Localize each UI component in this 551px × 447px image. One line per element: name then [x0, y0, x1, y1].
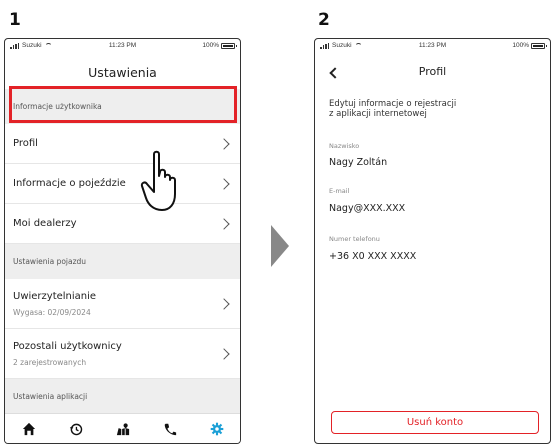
settings-list: Informacje użytkownika Profil Informacje…	[5, 89, 240, 414]
row-authentication[interactable]: Uwierzytelnianie Wygasa: 02/09/2024	[5, 279, 240, 329]
tab-settings[interactable]	[206, 418, 228, 440]
row-authentication-label: Uwierzytelnianie	[13, 290, 97, 302]
surname-label: Nazwisko	[329, 142, 360, 150]
phone-number-label: Numer telefonu	[329, 235, 380, 243]
email-label: E-mail	[329, 187, 350, 195]
next-step-arrow	[271, 225, 289, 267]
row-dealers[interactable]: Moi dealerzy	[5, 204, 240, 244]
tap-hand-icon	[140, 150, 176, 211]
gear-icon	[210, 422, 223, 435]
tab-map[interactable]	[112, 418, 134, 440]
section-header-user: Informacje użytkownika	[5, 89, 240, 124]
row-other-users-label: Pozostali użytkownicy	[13, 340, 122, 352]
history-icon	[69, 423, 82, 435]
tab-home[interactable]	[18, 418, 40, 440]
step-number-2: 2	[318, 10, 330, 30]
row-profile-label: Profil	[13, 138, 38, 149]
phone-number-value: +36 X0 XXX XXXX	[329, 251, 417, 262]
phone-screen-settings: Suzuki 11:23 PM 100% Ustawienia Informac…	[4, 38, 241, 444]
map-icon	[116, 422, 129, 435]
page-title: Ustawienia	[88, 65, 157, 80]
profile-description: Edytuj informacje o rejestracji z aplika…	[329, 99, 456, 119]
battery-icon	[531, 42, 547, 49]
profile-description-line-2: z aplikacji internetowej	[329, 109, 427, 119]
section-header-vehicle: Ustawienia pojazdu	[5, 244, 240, 279]
status-bar: Suzuki 11:23 PM 100%	[5, 39, 240, 53]
home-icon	[22, 422, 35, 435]
tab-history[interactable]	[65, 418, 87, 440]
row-vehicle-info-label: Informacje o pojeździe	[13, 178, 126, 189]
battery-icon	[221, 42, 237, 49]
tab-phone[interactable]	[159, 418, 181, 440]
row-other-users[interactable]: Pozostali użytkownicy 2 zarejestrowanych	[5, 329, 240, 379]
surname-value: Nagy Zoltán	[329, 157, 388, 168]
row-other-users-sub: 2 zarejestrowanych	[13, 357, 87, 367]
delete-account-button[interactable]: Usuń konto	[331, 411, 539, 434]
profile-description-line-1: Edytuj informacje o rejestracji	[329, 99, 457, 109]
step-number-1: 1	[9, 10, 21, 30]
bottom-tab-bar	[5, 413, 240, 443]
row-profile[interactable]: Profil	[5, 124, 240, 164]
phone-screen-profile: Suzuki 11:23 PM 100% Profil Edytuj infor…	[314, 38, 551, 444]
row-authentication-sub: Wygasa: 02/09/2024	[13, 307, 91, 317]
row-vehicle-info[interactable]: Informacje o pojeździe	[5, 164, 240, 204]
email-value: Nagy@XXX.XXX	[329, 203, 406, 214]
phone-icon	[164, 423, 176, 435]
battery-percent: 100%	[202, 42, 219, 49]
row-dealers-label: Moi dealerzy	[13, 218, 77, 229]
page-title: Profil	[418, 65, 447, 78]
status-bar: Suzuki 11:23 PM 100%	[315, 39, 550, 53]
battery-percent: 100%	[512, 42, 529, 49]
section-header-app: Ustawienia aplikacji	[5, 379, 240, 414]
